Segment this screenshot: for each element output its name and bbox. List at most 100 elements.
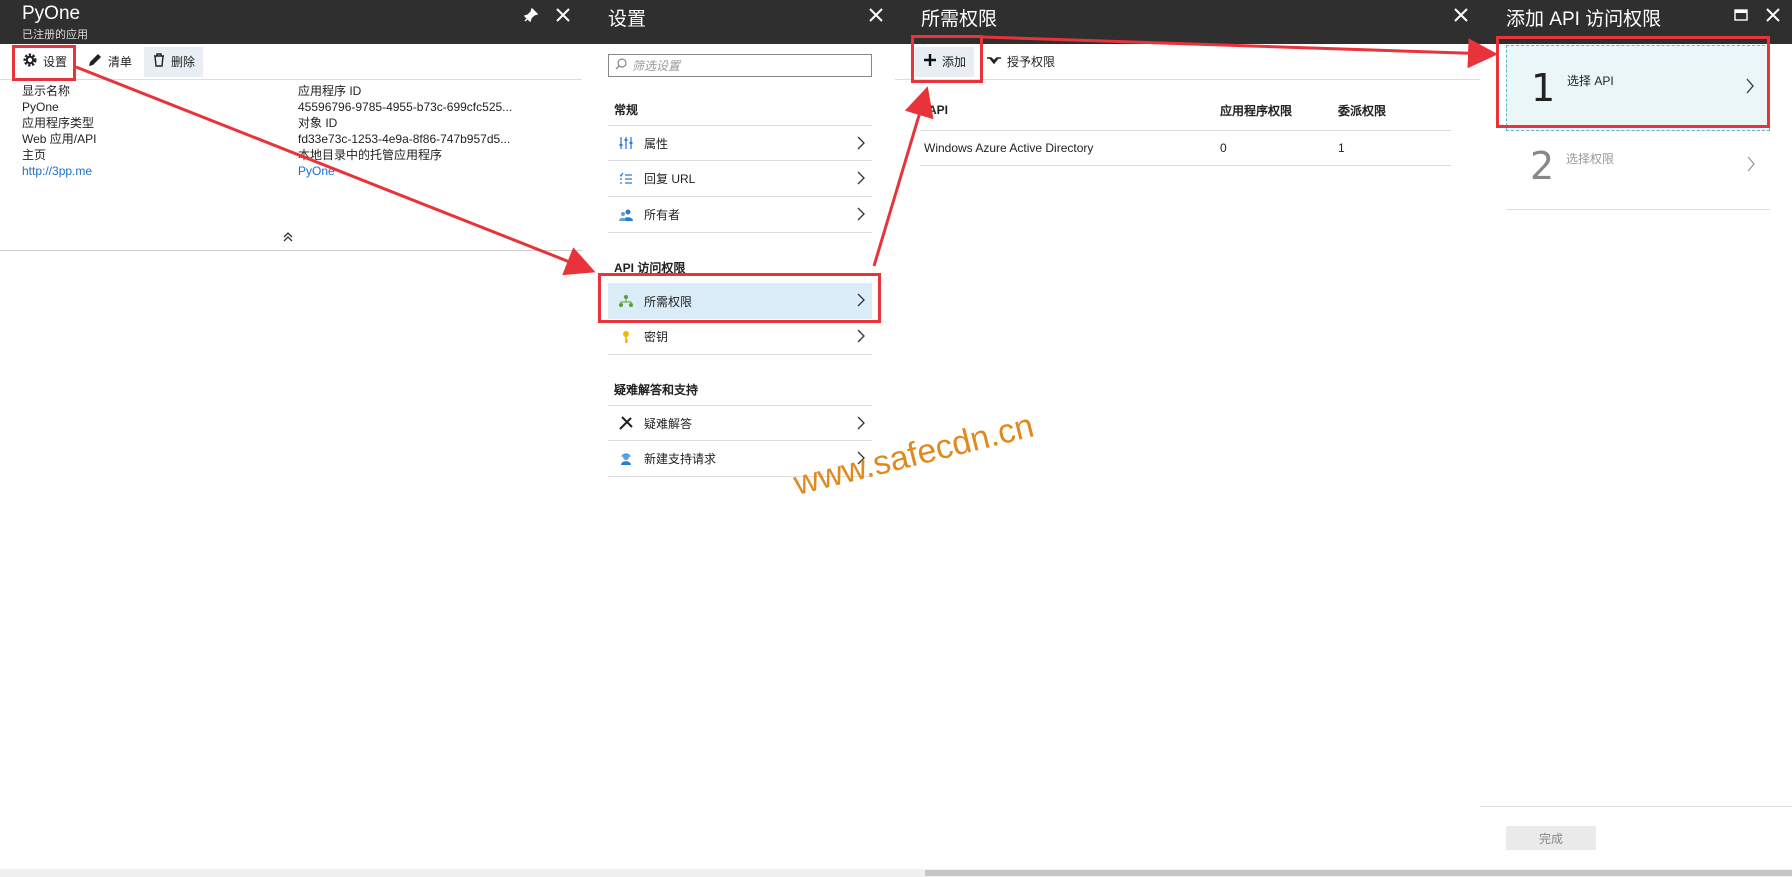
close-icon[interactable] [1764,6,1782,24]
step-number: 2 [1530,144,1555,188]
blade-subtitle: 已注册的应用 [22,29,88,41]
support-icon [618,451,634,467]
menu-label: 密钥 [644,330,669,344]
horizontal-scrollbar[interactable] [0,869,1792,877]
delete-label: 删除 [171,55,196,69]
users-icon [618,207,634,223]
menu-label: 所需权限 [644,294,693,309]
col-api: API [928,103,949,117]
essentials-panel: 显示名称 PyOne 应用程序类型 Web 应用/API 主页 http://3… [0,80,582,251]
menu-item-reply-url[interactable]: 回复 URL [608,161,872,197]
blade-header: 设置 [582,0,895,44]
pencil-icon [87,52,103,71]
blade-title: 设置 [608,9,647,30]
sliders-icon [618,135,634,151]
add-label: 添加 [942,55,967,69]
manifest-button[interactable]: 清单 [79,47,140,77]
menu-item-properties[interactable]: 属性 [608,125,872,161]
filter-placeholder: 筛选设置 [632,59,681,73]
menu-label: 回复 URL [644,172,696,186]
filter-input[interactable]: 筛选设置 [608,54,872,77]
menu-label: 疑难解答 [644,416,693,431]
blade-settings: 设置 筛选设置 常规 属性 回复 URL 所有者 API 访问权限 所需权限 密… [582,0,897,877]
menu-item-owners[interactable]: 所有者 [608,197,872,233]
search-icon [615,58,627,73]
managed-app-label: 本地目录中的托管应用程序 [298,148,443,162]
home-link[interactable]: http://3pp.me [22,163,96,179]
object-id-value: fd33e73c-1253-4e9a-8f86-747b957d5... [298,132,511,146]
blade-title: 添加 API 访问权限 [1506,9,1662,30]
tools-icon [618,415,634,431]
chevron-right-icon [856,416,866,433]
menu-item-required-permissions[interactable]: 所需权限 [608,283,872,319]
grant-label: 授予权限 [1007,55,1056,69]
delete-button[interactable]: 删除 [144,46,204,77]
list-icon [618,171,634,187]
menu-label: 新建支持请求 [644,452,717,466]
done-button[interactable]: 完成 [1506,826,1596,850]
settings-button[interactable]: 设置 [14,47,75,77]
table-row[interactable]: Windows Azure Active Directory 0 1 [920,130,1451,166]
menu-label: 属性 [644,136,669,151]
col-delegated-permissions: 委派权限 [1338,103,1387,118]
chevron-right-icon [856,171,866,188]
app-id-value: 45596796-9785-4955-b73c-699cfc525... [298,100,513,114]
app-type-value: Web 应用/API [22,132,97,146]
blade-title: 所需权限 [921,9,998,30]
cell-api: Windows Azure Active Directory [924,141,1094,155]
chevron-right-icon [1745,78,1755,97]
home-label: 主页 [22,148,47,162]
cell-app-permissions: 0 [1220,141,1227,155]
chevron-right-icon [856,207,866,224]
close-icon[interactable] [1452,6,1470,24]
display-name-label: 显示名称 [22,84,71,98]
object-id-label: 对象 ID [298,116,338,130]
trash-icon [152,53,166,70]
key-icon [618,329,634,345]
display-name-value: PyOne [22,100,59,114]
manifest-label: 清单 [108,55,133,69]
blade-header: 所需权限 [895,0,1480,44]
chevron-right-icon [1746,156,1756,175]
app-id-label: 应用程序 ID [298,84,362,98]
handshake-icon [986,54,1002,69]
section-support: 疑难解答和支持 [614,383,699,397]
chevron-right-icon [856,136,866,153]
toolbar: 添加 授予权限 [895,44,1480,80]
step-label: 选择 API [1567,74,1614,88]
collapse-icon[interactable] [283,230,293,246]
close-icon[interactable] [867,6,885,24]
menu-item-keys[interactable]: 密钥 [608,319,872,355]
blade-header: 添加 API 访问权限 [1480,0,1792,44]
grant-permissions-button[interactable]: 授予权限 [978,47,1063,77]
table-header: API 应用程序权限 委派权限 [920,92,1451,128]
cell-delegated-permissions: 1 [1338,141,1345,155]
blade-title: PyOne [22,3,81,24]
app-type-label: 应用程序类型 [22,116,95,130]
blade-app: PyOne 已注册的应用 设置 清单 删除 显示名称 PyOne 应用程序类型 … [0,0,584,877]
settings-label: 设置 [43,55,68,69]
maximize-icon[interactable] [1732,6,1750,24]
chevron-right-icon [856,329,866,346]
pin-icon[interactable] [522,6,540,24]
blade-add-api-access: 添加 API 访问权限 1 选择 API 2 选择权限 完成 [1480,0,1792,877]
footer-divider [1480,806,1792,807]
step-number: 1 [1531,66,1556,110]
step-select-api[interactable]: 1 选择 API [1506,45,1770,131]
section-api-access: API 访问权限 [614,261,686,275]
col-app-permissions: 应用程序权限 [1220,103,1293,118]
toolbar: 设置 清单 删除 [0,44,582,80]
blade-header: PyOne 已注册的应用 [0,0,582,44]
gear-icon [22,52,38,71]
managed-app-link[interactable]: PyOne [298,163,512,179]
menu-label: 所有者 [644,208,681,222]
close-icon[interactable] [554,6,572,24]
step-label: 选择权限 [1566,152,1615,166]
scrollbar-thumb[interactable] [925,870,1792,876]
step-select-permissions[interactable]: 2 选择权限 [1506,124,1770,210]
menu-item-troubleshoot[interactable]: 疑难解答 [608,405,872,441]
section-general: 常规 [614,103,639,117]
plus-icon [923,53,937,70]
chevron-right-icon [856,293,866,310]
add-button[interactable]: 添加 [915,46,975,77]
